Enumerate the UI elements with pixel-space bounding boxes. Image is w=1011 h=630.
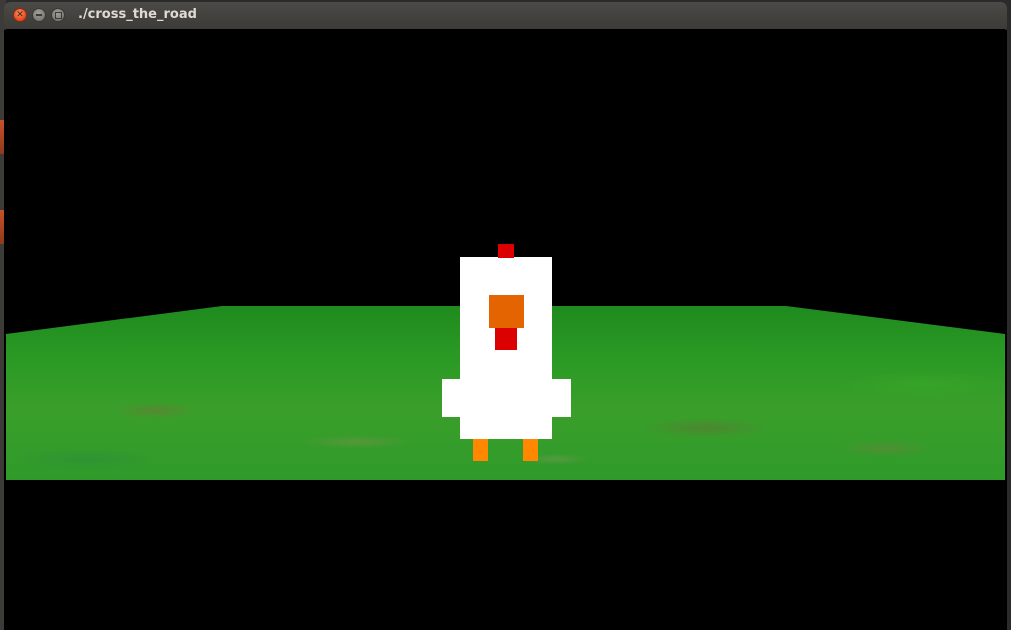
minimize-button[interactable] xyxy=(32,8,46,22)
minimize-icon xyxy=(36,14,42,16)
maximize-button[interactable] xyxy=(51,8,65,22)
chicken-body xyxy=(460,377,552,439)
window-title: ./cross_the_road xyxy=(78,7,197,22)
chicken-wattle xyxy=(495,328,517,350)
close-icon: ✕ xyxy=(16,9,24,20)
close-button[interactable]: ✕ xyxy=(13,8,27,22)
chicken-leg-left xyxy=(473,439,488,461)
chicken-comb xyxy=(498,244,514,258)
app-window: ✕ ./cross_the_road xyxy=(4,2,1007,630)
game-viewport[interactable] xyxy=(6,29,1005,630)
window-titlebar[interactable]: ✕ ./cross_the_road xyxy=(4,2,1007,30)
chicken-leg-right xyxy=(523,439,538,461)
maximize-icon xyxy=(54,11,62,19)
chicken-beak xyxy=(489,295,524,328)
